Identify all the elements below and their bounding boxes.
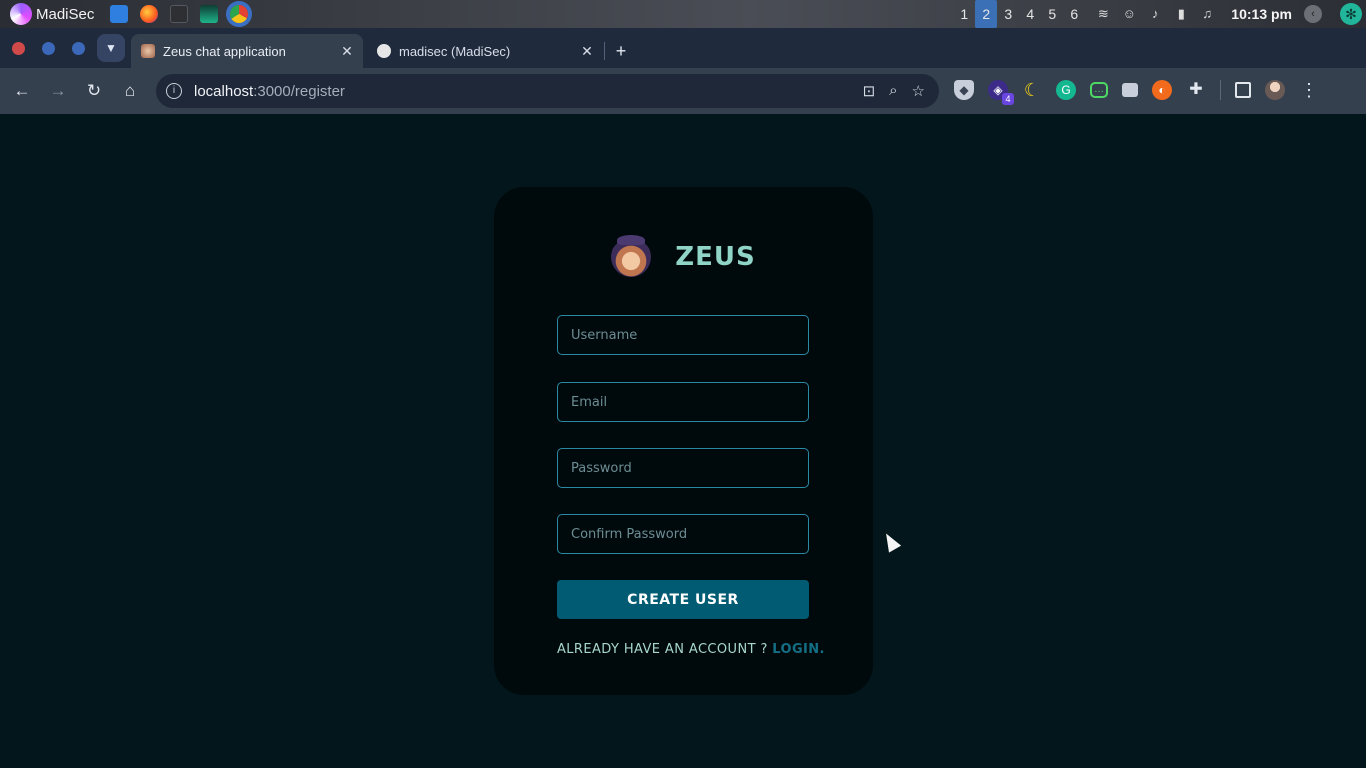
zeus-favicon-icon [141,44,155,58]
wifi-icon[interactable]: ≋ [1095,7,1111,21]
grammarly-extension-icon[interactable]: G [1056,80,1076,100]
brand-header: ZEUS [494,235,873,277]
confirm-password-input[interactable] [557,514,809,554]
github-favicon-icon [377,44,391,58]
brand-name: ZEUS [675,242,756,272]
profile-avatar[interactable] [1265,80,1285,100]
home-icon[interactable]: ⌂ [116,77,144,105]
workspace-3[interactable]: 3 [997,0,1019,28]
dark-mode-moon-icon[interactable]: ☾ [1022,80,1042,100]
login-prompt: ALREADY HAVE AN ACCOUNT ? LOGIN. [557,642,824,657]
tab-label: Zeus chat application [163,43,286,59]
system-menu-icon[interactable]: ✻ [1340,3,1362,25]
extension-badge: 4 [1002,93,1014,105]
distro-logo-icon[interactable] [10,3,32,25]
extension-with-badge-icon[interactable]: ◈ 4 [988,80,1014,105]
omnibox-actions: ⊡ ⌕ ☆ [863,82,925,100]
workspace-2[interactable]: 2 [975,0,998,28]
tab-close-icon[interactable]: ✕ [337,43,357,60]
tab-github-madisec[interactable]: madisec (MadiSec) ✕ [367,34,603,68]
site-info-icon[interactable]: i [166,83,182,99]
user-tray-icon[interactable]: ☺ [1121,7,1137,21]
notification-bell-icon[interactable]: ♫ [1199,7,1215,21]
window-minimize-button[interactable] [42,42,55,55]
register-card: ZEUS CREATE USER ALREADY HAVE AN ACCOUNT… [494,187,873,695]
battery-icon[interactable]: ▮ [1173,7,1189,21]
workspace-4[interactable]: 4 [1019,0,1041,28]
terminal-app-icon[interactable] [170,5,189,23]
install-app-icon[interactable]: ⊡ [863,82,876,100]
zoom-icon[interactable]: ⌕ [889,82,897,100]
browser-tab-strip: ▼ Zeus chat application ✕ madisec (MadiS… [0,28,1366,68]
window-maximize-button[interactable] [72,42,85,55]
extensions-bar: ◆ ◈ 4 ☾ G … ◐ ✚ ⋮ [954,80,1319,105]
bookmark-star-icon[interactable]: ☆ [912,82,925,100]
system-tray: ≋ ☺ ♪ ▮ ♫ [1095,7,1215,21]
os-user-name[interactable]: MadiSec [36,6,94,23]
video-extension-icon[interactable] [1122,83,1138,97]
forward-arrow-icon[interactable]: → [44,77,72,105]
volume-icon[interactable]: ♪ [1147,7,1163,21]
page-viewport: ZEUS CREATE USER ALREADY HAVE AN ACCOUNT… [0,114,1366,768]
tab-zeus-chat[interactable]: Zeus chat application ✕ [131,34,363,68]
url-path: :3000/register [253,82,345,100]
shield-extension-icon[interactable]: ◆ [954,80,974,100]
tab-search-chevron-down-icon[interactable]: ▼ [97,34,125,62]
browser-toolbar: ← → ↻ ⌂ i localhost:3000/register ⊡ ⌕ ☆ … [0,68,1366,114]
address-bar[interactable]: i localhost:3000/register ⊡ ⌕ ☆ [156,74,939,108]
browser-menu-icon[interactable]: ⋮ [1299,80,1319,100]
new-tab-plus-icon[interactable]: + [610,40,632,62]
login-link[interactable]: LOGIN. [772,642,825,657]
workspace-1[interactable]: 1 [953,0,975,28]
extensions-puzzle-icon[interactable]: ✚ [1186,80,1206,100]
url-host: localhost [194,82,254,100]
tab-divider [604,42,605,60]
side-panel-icon[interactable] [1235,82,1251,98]
image-viewer-app-icon[interactable] [200,5,219,23]
window-close-button[interactable] [12,42,25,55]
panel-collapse-icon[interactable]: ‹ [1304,5,1322,23]
tab-label: madisec (MadiSec) [399,43,511,59]
chat-extension-icon[interactable]: … [1090,82,1108,98]
firefox-app-icon[interactable] [140,5,159,23]
files-app-icon[interactable] [110,5,129,23]
clock[interactable]: 10:13 pm [1231,6,1292,22]
password-input[interactable] [557,448,809,488]
chrome-app-icon[interactable] [230,5,249,23]
workspace-6[interactable]: 6 [1063,0,1085,28]
workspace-switcher: 1 2 3 4 5 6 [953,0,1085,28]
toolbar-divider [1220,80,1221,100]
back-arrow-icon[interactable]: ← [8,77,36,105]
workspace-5[interactable]: 5 [1041,0,1063,28]
email-input[interactable] [557,382,809,422]
login-prompt-text: ALREADY HAVE AN ACCOUNT ? [557,642,773,657]
orange-extension-icon[interactable]: ◐ [1152,80,1172,100]
zeus-logo-icon [611,235,652,277]
tab-close-icon[interactable]: ✕ [577,43,597,60]
url-text[interactable]: localhost:3000/register [194,83,345,100]
username-input[interactable] [557,315,809,355]
create-user-button[interactable]: CREATE USER [557,580,809,619]
os-top-panel: MadiSec 1 2 3 4 5 6 ≋ ☺ ♪ ▮ ♫ 10:13 pm ‹… [0,0,1366,28]
reload-icon[interactable]: ↻ [80,77,108,105]
